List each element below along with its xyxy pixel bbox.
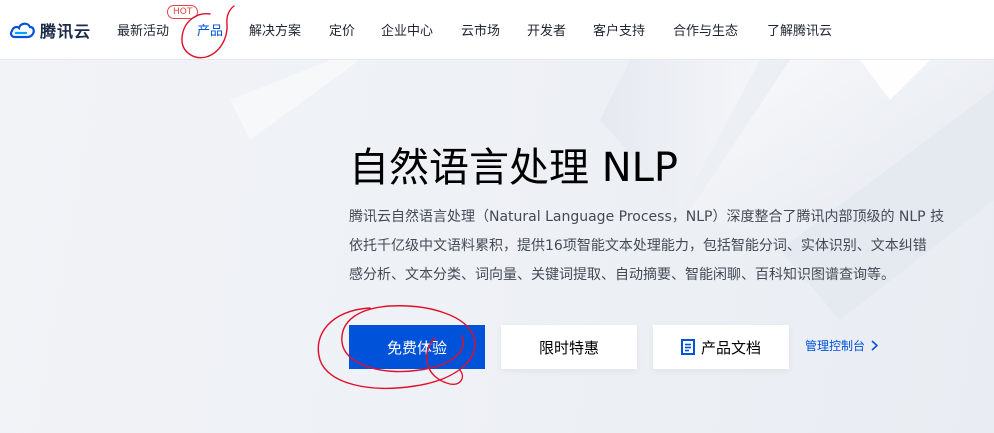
page-title: 自然语言处理 NLP (349, 145, 679, 191)
management-console-link[interactable]: 管理控制台 (805, 337, 879, 354)
nav-item-customer-support[interactable]: 客户支持 (593, 20, 645, 39)
brand-logo[interactable]: 腾讯云 (9, 18, 91, 42)
nav-item-partners-ecosystem[interactable]: 合作与生态 (673, 20, 738, 39)
nav-item-latest-activities[interactable]: 最新活动 (117, 20, 169, 39)
free-trial-button[interactable]: 免费体验 (349, 325, 485, 369)
nav-item-solutions[interactable]: 解决方案 (249, 20, 301, 39)
tencent-cloud-logo-icon (9, 22, 35, 39)
description-line: 腾讯云自然语言处理（Natural Language Process，NLP）深… (349, 209, 945, 225)
limited-offer-label: 限时特惠 (538, 338, 599, 357)
nav-item-pricing[interactable]: 定价 (329, 20, 355, 39)
nav-item-developers[interactable]: 开发者 (527, 20, 566, 39)
product-description: 腾讯云自然语言处理（Natural Language Process，NLP）深… (349, 203, 994, 290)
hot-badge: HOT (167, 5, 199, 19)
top-navigation: 腾讯云 最新活动 产品 HOT 解决方案 定价 企业中心 云市场 开发者 客户支… (0, 0, 994, 60)
description-line: 依托千亿级中文语料累积，提供16项智能文本处理能力，包括智能分词、实体识别、文本… (349, 238, 927, 254)
limited-offer-button[interactable]: 限时特惠 (501, 325, 637, 369)
document-icon (680, 339, 695, 355)
brand-name: 腾讯云 (40, 22, 92, 41)
product-docs-button[interactable]: 产品文档 (653, 325, 789, 369)
nav-item-cloud-market[interactable]: 云市场 (461, 20, 500, 39)
nav-item-enterprise-center[interactable]: 企业中心 (381, 20, 433, 39)
chevron-right-icon (871, 340, 879, 351)
product-docs-label: 产品文档 (700, 338, 761, 357)
nav-item-products[interactable]: 产品 (197, 20, 223, 39)
nav-item-about-tencent-cloud[interactable]: 了解腾讯云 (767, 20, 832, 39)
description-line: 感分析、文本分类、词向量、关键词提取、自动摘要、智能闲聊、百科知识图谱查询等。 (349, 267, 895, 283)
console-link-label: 管理控制台 (805, 339, 866, 353)
free-trial-label: 免费体验 (386, 338, 447, 357)
